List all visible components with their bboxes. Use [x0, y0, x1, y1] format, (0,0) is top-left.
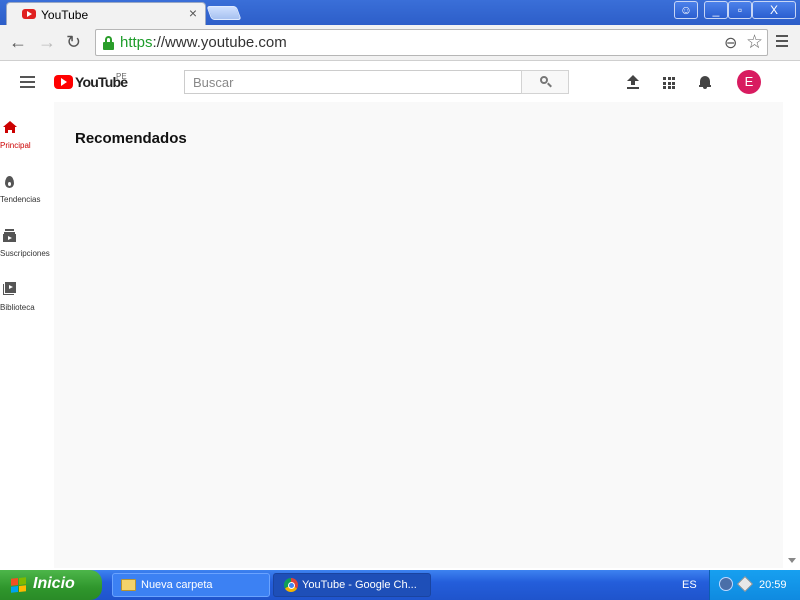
- browser-titlebar: YouTube × ☺ _ ▫ X: [0, 0, 800, 25]
- search-placeholder: Buscar: [193, 75, 234, 90]
- chrome-menu-icon[interactable]: [776, 35, 788, 50]
- url-text[interactable]: https://www.youtube.com: [120, 34, 287, 51]
- taskbar-item-youtube-chrome[interactable]: YouTube - Google Ch...: [273, 573, 431, 597]
- clock[interactable]: 20:59: [759, 579, 787, 591]
- taskbar: Inicio Nueva carpeta YouTube - Google Ch…: [0, 570, 800, 600]
- youtube-logo-icon[interactable]: [54, 75, 73, 89]
- system-tray: 20:59: [709, 570, 800, 600]
- tab-title: YouTube: [41, 8, 89, 22]
- guide-item-principal[interactable]: Principal: [0, 102, 54, 152]
- taskbar-item-label: Nueva carpeta: [141, 579, 213, 591]
- search-icon: [540, 76, 552, 88]
- bookmark-star-icon[interactable]: ☆: [746, 31, 763, 54]
- lock-icon: [103, 36, 114, 50]
- tab-close-icon[interactable]: ×: [189, 6, 197, 20]
- url-scheme: https: [120, 34, 153, 51]
- guide-item-biblioteca[interactable]: Biblioteca: [0, 264, 54, 314]
- guide-item-label: Principal: [0, 141, 31, 150]
- taskbar-item-label: YouTube - Google Ch...: [302, 579, 417, 591]
- apps-grid-icon[interactable]: [663, 77, 675, 89]
- folder-icon: [121, 579, 136, 591]
- country-code: PE: [116, 72, 127, 81]
- screen: YouTube × ☺ _ ▫ X ← → ↻ https://www.yout…: [0, 0, 800, 600]
- language-indicator[interactable]: ES: [682, 579, 697, 591]
- window-minimize-button[interactable]: _: [704, 1, 728, 19]
- scroll-down-icon[interactable]: [788, 558, 796, 563]
- guide-sidebar: Principal Tendencias Suscripciones Bibli…: [0, 102, 54, 568]
- url-rest: ://www.youtube.com: [152, 34, 287, 51]
- search-button[interactable]: [521, 70, 569, 94]
- main-content: Recomendados: [54, 102, 783, 568]
- page-scrollbar[interactable]: [783, 62, 800, 568]
- trending-icon: [3, 175, 16, 188]
- new-tab-button[interactable]: [206, 6, 242, 20]
- section-title: Recomendados: [75, 130, 187, 147]
- window-close-button[interactable]: X: [752, 1, 796, 19]
- upload-icon[interactable]: [627, 75, 639, 89]
- reload-button[interactable]: ↻: [66, 33, 81, 51]
- start-label: Inicio: [33, 575, 75, 592]
- subscriptions-icon: [3, 229, 16, 242]
- guide-item-label: Suscripciones: [0, 249, 50, 258]
- window-account-button[interactable]: ☺: [674, 1, 698, 19]
- guide-item-label: Tendencias: [0, 195, 41, 204]
- browser-tab-youtube[interactable]: YouTube ×: [6, 2, 206, 25]
- browser-toolbar: ← → ↻ https://www.youtube.com ⊖ ☆: [0, 25, 800, 61]
- library-icon: [3, 282, 16, 295]
- forward-button[interactable]: →: [38, 33, 56, 51]
- back-button[interactable]: ←: [9, 33, 27, 51]
- address-bar[interactable]: https://www.youtube.com ⊖ ☆: [95, 29, 768, 56]
- zoom-icon[interactable]: ⊖: [724, 33, 737, 53]
- chrome-icon: [284, 578, 298, 592]
- network-icon[interactable]: [719, 577, 733, 591]
- home-icon: [3, 121, 17, 134]
- safely-remove-icon[interactable]: [737, 576, 753, 592]
- user-icon: ☺: [679, 3, 693, 17]
- notifications-bell-icon[interactable]: [699, 75, 711, 89]
- guide-item-suscripciones[interactable]: Suscripciones: [0, 210, 54, 260]
- guide-item-tendencias[interactable]: Tendencias: [0, 156, 54, 206]
- avatar[interactable]: E: [737, 70, 761, 94]
- youtube-masthead: YouTube PE Buscar E: [0, 62, 784, 102]
- youtube-favicon-icon: [22, 9, 36, 19]
- window-restore-button[interactable]: ▫: [728, 1, 752, 19]
- taskbar-item-nueva-carpeta[interactable]: Nueva carpeta: [112, 573, 270, 597]
- guide-item-label: Biblioteca: [0, 303, 35, 312]
- windows-logo-icon: [11, 577, 26, 593]
- start-button[interactable]: Inicio: [0, 570, 102, 600]
- search-input[interactable]: Buscar: [184, 70, 522, 94]
- guide-menu-icon[interactable]: [20, 76, 35, 91]
